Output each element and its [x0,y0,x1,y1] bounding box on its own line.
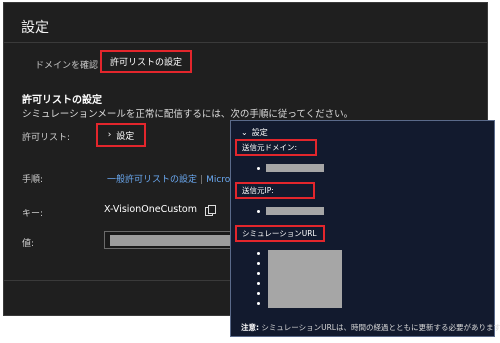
chevron-right-icon: › [107,130,112,140]
tab-verify-domain[interactable]: ドメインを確認 [35,58,98,71]
note-prefix: 注意: [241,323,259,332]
url-item [257,252,260,255]
key-value-row: X-VisionOneCustom [104,204,216,216]
key-value: X-VisionOneCustom [104,204,197,215]
general-allowlist-link[interactable]: 一般許可リストの設定 [107,175,197,185]
redacted-value [110,235,238,246]
steps-label: 手順: [22,175,44,185]
redacted-urls [268,250,342,308]
key-label: キー: [22,209,44,219]
sender-domain-label: 送信元ドメイン: [235,139,317,156]
url-item [257,272,260,275]
copy-icon[interactable] [205,204,216,216]
url-item [257,262,260,265]
tab-allowlist-settings[interactable]: 許可リストの設定 [100,50,192,73]
sender-ip-item [257,207,324,215]
simulation-url-label: シミュレーションURL [235,225,325,242]
bullet [257,282,260,285]
panel-note: 注意: シミュレーションURLは、時間の経過とともに更新する必要があります。 [241,322,500,333]
redacted-domain [266,164,324,172]
bullet [257,209,260,213]
bullet [257,272,260,275]
value-label: 値: [22,239,35,249]
allowlist-settings-toggle[interactable]: › 設定 [96,123,146,147]
bullet [257,166,260,170]
panel-toggle-label: 設定 [251,128,268,137]
bullet [257,252,260,255]
steps-links: 一般許可リストの設定 | Microso [107,175,241,185]
bullet [257,262,260,265]
panel-toggle[interactable]: ⌄ 設定 [241,127,268,138]
header-divider [4,42,487,43]
page-title: 設定 [21,20,49,36]
allowlist-label: 許可リスト: [22,133,71,143]
value-field[interactable] [104,231,239,249]
note-text: シミュレーションURLは、時間の経過とともに更新する必要があります。 [259,323,500,332]
sender-domain-item [257,164,324,172]
bullet [257,302,260,305]
allowlist-toggle-label: 設定 [116,131,135,142]
redacted-ip [266,207,324,215]
settings-detail-panel: ⌄ 設定 送信元ドメイン: 送信元IP: シミュレーションURL 注意: シミュ… [230,120,500,337]
section-description: シミュレーションメールを正常に配信するには、次の手順に従ってください。 [22,109,354,120]
bullet [257,292,260,295]
url-item [257,302,260,305]
sender-ip-label: 送信元IP: [235,182,315,199]
section-title: 許可リストの設定 [22,95,102,106]
url-item [257,282,260,285]
chevron-down-icon: ⌄ [241,128,248,137]
url-item [257,292,260,295]
